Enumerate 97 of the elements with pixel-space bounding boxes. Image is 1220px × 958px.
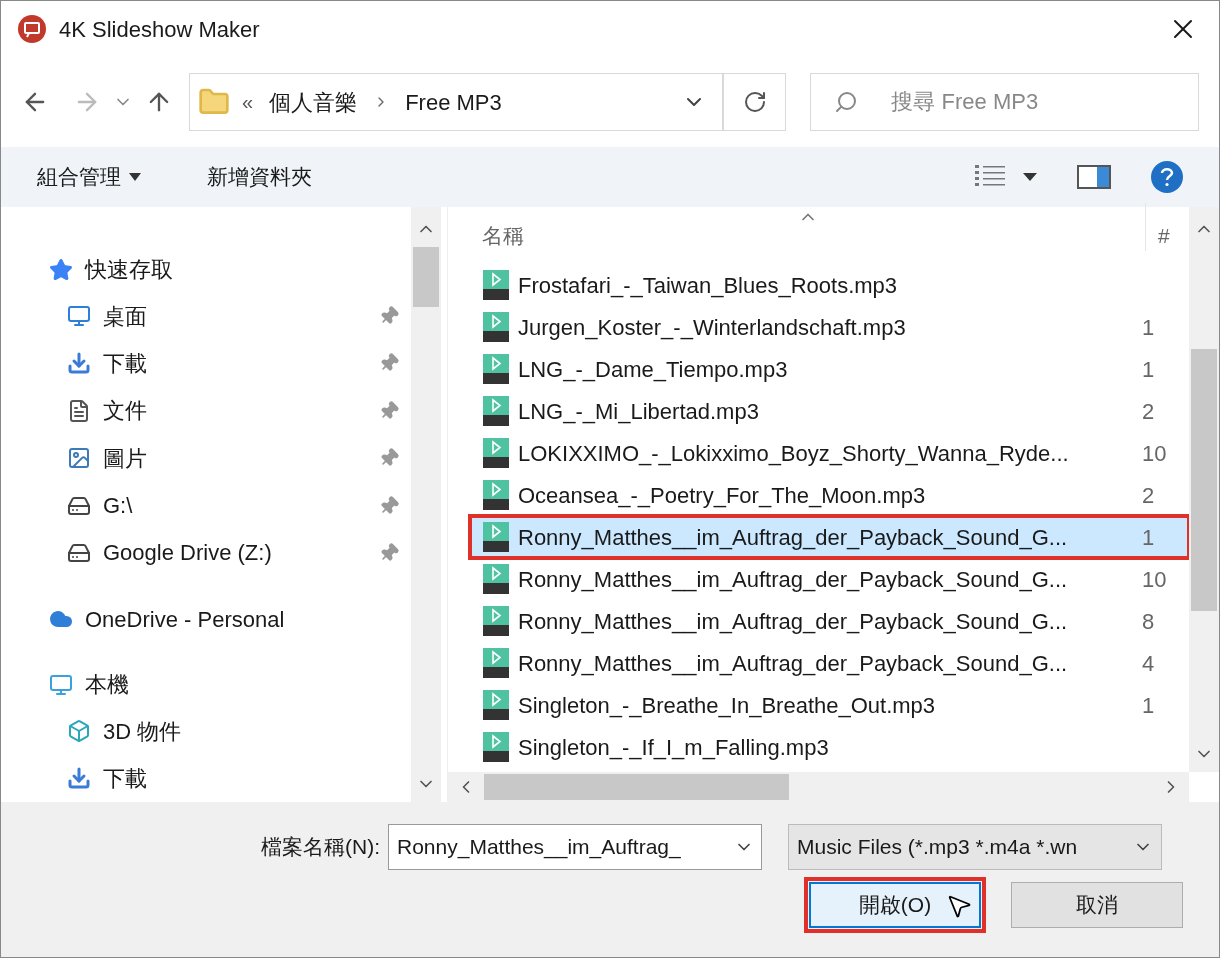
monitor-icon: [67, 304, 91, 329]
file-row[interactable]: Oceansea_-_Poetry_For_The_Moon.mp3 2: [470, 474, 1189, 516]
help-icon: [1160, 167, 1174, 187]
document-icon: [67, 398, 91, 423]
track-number: 10: [1142, 565, 1167, 594]
audio-file-icon: [482, 732, 510, 762]
nav-item[interactable]: 下載: [49, 754, 403, 803]
cube-icon: [67, 719, 91, 743]
track-number: 1: [1142, 523, 1155, 552]
track-number: 8: [1142, 607, 1155, 636]
caret-icon: [129, 173, 141, 181]
nav-item[interactable]: 本機: [49, 661, 403, 708]
caret-icon: [1023, 173, 1037, 181]
download-icon: [67, 351, 91, 376]
file-name: LNG_-_Dame_Tiempo.mp3: [518, 355, 789, 384]
file-name: Ronny_Matthes__im_Auftrag_der_Payback_Sound_G...: [518, 565, 1069, 594]
window-title: 4K Slideshow Maker: [59, 15, 261, 44]
scrollbar[interactable]: [411, 207, 441, 802]
breadcrumb-item[interactable]: 個人音樂: [269, 85, 358, 119]
file-name: Singleton_-_If_I_m_Falling.mp3: [518, 733, 830, 762]
file-row[interactable]: Ronny_Matthes__im_Auftrag_der_Payback_Sound_G... 8: [470, 600, 1189, 642]
file-row[interactable]: Frostafari_-_Taiwan_Blues_Roots.mp3: [470, 264, 1189, 306]
file-type-dropdown[interactable]: Music Files (*.mp3 *.m4a *.wn: [788, 824, 1162, 870]
audio-file-icon: [482, 648, 510, 678]
scrollbar-thumb[interactable]: [484, 774, 789, 800]
file-name: LNG_-_Mi_Libertad.mp3: [518, 397, 760, 426]
audio-file-icon: [482, 690, 510, 720]
search-icon: [834, 90, 859, 114]
cancel-button[interactable]: 取消: [1011, 882, 1183, 928]
scrollbar-thumb[interactable]: [413, 247, 439, 307]
file-name: LOKIXXIMO_-_Lokixximo_Boyz_Shorty_Wanna_Ryde...: [518, 439, 1070, 468]
file-row[interactable]: LNG_-_Mi_Libertad.mp3 2: [470, 390, 1189, 432]
audio-file-icon: [482, 522, 510, 552]
overflow-chevron[interactable]: «: [242, 87, 254, 117]
file-name: Ronny_Matthes__im_Auftrag_der_Payback_Sound_G...: [518, 649, 1069, 678]
nav-item[interactable]: 快速存取: [49, 247, 403, 293]
search-field[interactable]: 搜尋 Free MP3: [810, 73, 1199, 131]
computer-icon: [49, 672, 73, 697]
scrollbar-thumb[interactable]: [1191, 349, 1217, 611]
file-name: Jurgen_Koster_-_Winterlandschaft.mp3: [518, 313, 907, 342]
track-number: 2: [1142, 481, 1155, 510]
file-row[interactable]: Ronny_Matthes__im_Auftrag_der_Payback_Sound_G... 4: [470, 642, 1189, 684]
file-row[interactable]: Ronny_Matthes__im_Auftrag_der_Payback_Sound_G... 10: [470, 558, 1189, 600]
nav-item[interactable]: 文件: [49, 387, 403, 435]
file-name: Ronny_Matthes__im_Auftrag_der_Payback_Sound_G...: [518, 523, 1069, 552]
organize-menu[interactable]: 組合管理: [37, 161, 141, 193]
audio-file-icon: [482, 312, 510, 342]
app-logo-icon: [17, 14, 47, 44]
audio-file-icon: [482, 438, 510, 468]
audio-file-icon: [482, 480, 510, 510]
audio-file-icon: [482, 606, 510, 636]
file-row[interactable]: Singleton_-_If_I_m_Falling.mp3: [470, 726, 1189, 768]
track-number: 1: [1142, 355, 1155, 384]
address-bar[interactable]: « 個人音樂 Free MP3: [189, 73, 723, 131]
nav-item[interactable]: 下載: [49, 339, 403, 388]
nav-item[interactable]: 桌面: [49, 292, 403, 340]
file-row[interactable]: Jurgen_Koster_-_Winterlandschaft.mp3 1: [470, 306, 1189, 348]
horizontal-scrollbar[interactable]: [448, 772, 1189, 802]
column-header[interactable]: #: [1145, 203, 1170, 251]
file-name-field[interactable]: Ronny_Matthes__im_Auftrag_: [388, 824, 762, 870]
download-icon: [67, 766, 91, 791]
file-row[interactable]: LOKIXXIMO_-_Lokixximo_Boyz_Shorty_Wanna_Ryde... 10: [470, 432, 1189, 474]
track-number: 4: [1142, 649, 1155, 678]
details-view-icon: [975, 165, 1007, 189]
preview-pane-icon: [1077, 165, 1111, 189]
track-number: 2: [1142, 397, 1155, 426]
file-name: Ronny_Matthes__im_Auftrag_der_Payback_Sound_G...: [518, 607, 1069, 636]
nav-item[interactable]: 3D 物件: [49, 707, 403, 755]
column-header[interactable]: 名稱: [482, 219, 1145, 251]
nav-item[interactable]: OneDrive - Personal: [49, 596, 403, 642]
preview-pane-button[interactable]: [1077, 165, 1111, 189]
audio-file-icon: [482, 564, 510, 594]
scrollbar[interactable]: [1189, 207, 1219, 772]
file-name: Oceansea_-_Poetry_For_The_Moon.mp3: [518, 481, 927, 510]
refresh-icon: [742, 90, 767, 114]
file-row[interactable]: LNG_-_Dame_Tiempo.mp3 1: [470, 348, 1189, 390]
file-row[interactable]: Ronny_Matthes__im_Auftrag_der_Payback_Sound_G... 1: [470, 516, 1189, 558]
track-number: 1: [1142, 313, 1155, 342]
file-name: Frostafari_-_Taiwan_Blues_Roots.mp3: [518, 271, 899, 300]
star-icon: [49, 257, 73, 282]
track-number: 10: [1142, 439, 1167, 468]
file-name-label: 檔案名稱(N):: [261, 834, 380, 861]
nav-item[interactable]: 圖片: [49, 434, 403, 482]
view-options-button[interactable]: [975, 165, 1037, 189]
picture-icon: [67, 446, 91, 471]
new-folder-button[interactable]: 新增資料夾: [207, 161, 312, 193]
nav-item[interactable]: Google Drive (Z:): [49, 529, 403, 577]
breadcrumb-item[interactable]: Free MP3: [405, 85, 502, 119]
audio-file-icon: [482, 354, 510, 384]
file-row[interactable]: Singleton_-_Breathe_In_Breathe_Out.mp3 1: [470, 684, 1189, 726]
file-name: Singleton_-_Breathe_In_Breathe_Out.mp3: [518, 691, 937, 720]
audio-file-icon: [482, 270, 510, 300]
nav-item[interactable]: G:\: [49, 481, 403, 530]
help-button[interactable]: [1151, 161, 1183, 193]
track-number: 1: [1142, 691, 1155, 720]
audio-file-icon: [482, 396, 510, 426]
refresh-button[interactable]: [722, 73, 787, 131]
